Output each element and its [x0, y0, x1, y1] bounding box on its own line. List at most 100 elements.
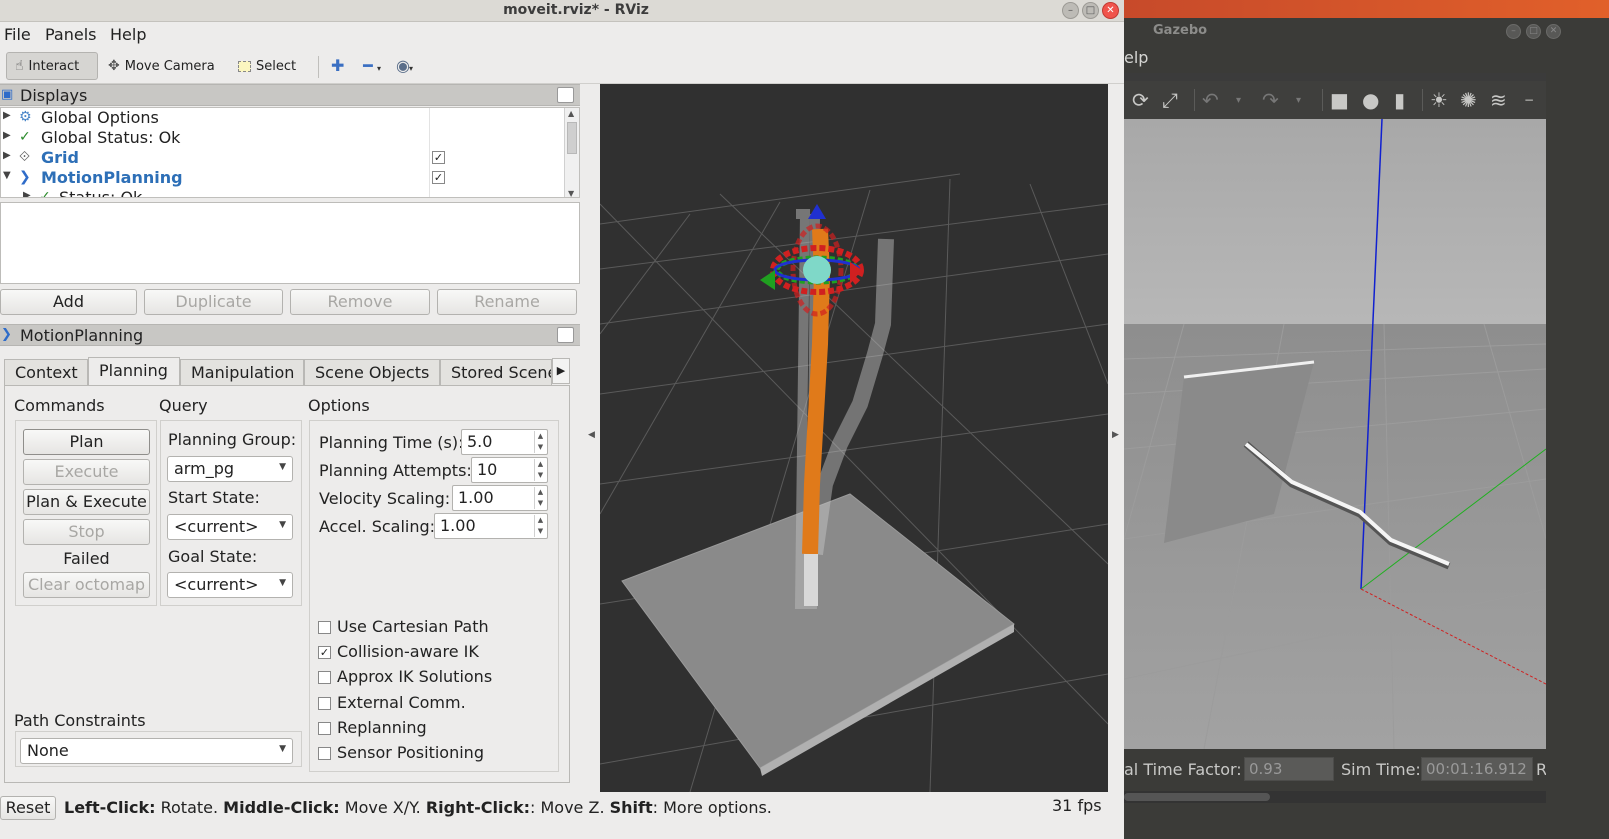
plan-button[interactable]: Plan [23, 429, 150, 455]
splitter-right-arrow-icon[interactable]: ▶ [1112, 430, 1119, 440]
cylinder-shape-icon[interactable]: ▮ [1394, 88, 1405, 112]
tab-scroll-right-icon[interactable]: ▶ [552, 358, 570, 384]
expand-arrow-icon[interactable]: ▶ [3, 110, 11, 121]
rviz-titlebar[interactable]: moveit.rviz* - RViz – □ ✕ [0, 0, 1152, 22]
velocity-scaling-spinbox[interactable]: 1.00 ▲ ▼ [452, 485, 548, 511]
remove-button[interactable]: Remove [290, 289, 430, 315]
tab-context[interactable]: Context [4, 359, 88, 385]
displays-scrollbar[interactable]: ▲ ▼ [564, 108, 579, 197]
close-button[interactable]: ✕ [1102, 2, 1119, 19]
move-camera-tool[interactable]: ✥ Move Camera [100, 52, 223, 80]
minus-dropdown-icon[interactable]: ▾ [377, 64, 381, 73]
stop-button[interactable]: Stop [23, 519, 150, 545]
display-description-box [0, 202, 580, 284]
more-tools-icon[interactable]: − [1524, 93, 1534, 107]
checkbox-label: Approx IK Solutions [337, 667, 493, 686]
panel-close-checkbox[interactable] [557, 327, 574, 343]
redo-dropdown-icon[interactable]: ▾ [1296, 95, 1301, 106]
gazebo-menu-help[interactable]: elp [1124, 48, 1148, 67]
splitter-left-arrow-icon[interactable]: ◀ [588, 430, 595, 440]
accel-scaling-spinbox[interactable]: 1.00 ▲ ▼ [434, 513, 548, 539]
gazebo-horizontal-scrollbar[interactable] [1124, 791, 1546, 803]
grid-enabled-checkbox[interactable]: ✓ [432, 151, 445, 164]
checkbox-box[interactable] [318, 621, 331, 634]
select-tool[interactable]: Select [230, 52, 304, 80]
sphere-shape-icon[interactable]: ● [1362, 88, 1379, 112]
spin-arrows-icon[interactable]: ▲ ▼ [534, 515, 546, 537]
undo-dropdown-icon[interactable]: ▾ [1236, 95, 1241, 106]
start-state-select[interactable]: <current> ▼ [167, 514, 293, 540]
planning-attempts-spinbox[interactable]: 10 ▲ ▼ [471, 457, 548, 483]
tree-row-global-status[interactable]: ▶ ✓ Global Status: Ok [1, 128, 566, 148]
tab-scene-objects[interactable]: Scene Objects [304, 359, 440, 385]
checkbox-box[interactable] [318, 722, 331, 735]
gazebo-maximize-button[interactable]: □ [1526, 24, 1541, 39]
redo-icon[interactable]: ↷ [1262, 88, 1279, 112]
checkbox-box[interactable]: ✓ [318, 646, 331, 659]
tab-manipulation[interactable]: Manipulation [180, 359, 304, 385]
collapse-arrow-icon[interactable]: ▼ [3, 170, 11, 181]
panel-close-checkbox[interactable] [557, 87, 574, 103]
rotate-icon[interactable]: ⟳ [1132, 88, 1149, 112]
expand-arrow-icon[interactable]: ▶ [3, 130, 11, 141]
eye-dropdown-icon[interactable]: ▾ [409, 64, 413, 73]
scroll-down-icon[interactable]: ▼ [568, 189, 574, 197]
tab-stored-scenes[interactable]: Stored Scenes [440, 359, 552, 385]
path-constraints-label: Path Constraints [14, 711, 146, 730]
scale-icon[interactable]: ⤢ [1162, 88, 1178, 112]
spin-arrows-icon[interactable]: ▲ ▼ [534, 431, 546, 453]
spot-light-icon[interactable]: ✺ [1460, 88, 1477, 112]
tab-planning[interactable]: Planning [88, 357, 180, 386]
tree-row-grid[interactable]: ▶ ⟐ Grid ✓ [1, 148, 566, 168]
clear-octomap-button[interactable]: Clear octomap [23, 572, 150, 598]
maximize-button[interactable]: □ [1082, 2, 1099, 19]
checkbox-box[interactable] [318, 747, 331, 760]
tree-row-status[interactable]: ▶ ✓ Status: Ok [1, 188, 566, 197]
tree-row-motion-planning[interactable]: ▼ ❯ MotionPlanning ✓ [1, 168, 566, 188]
marker-sphere[interactable] [803, 256, 831, 284]
minus-icon[interactable]: ━ [363, 56, 373, 75]
reset-button[interactable]: Reset [0, 796, 56, 820]
spin-arrows-icon[interactable]: ▲ ▼ [534, 487, 546, 509]
eye-icon[interactable]: ◉ [396, 56, 410, 75]
gazebo-right-panel[interactable] [1546, 73, 1609, 839]
motion-planning-enabled-checkbox[interactable]: ✓ [432, 171, 445, 184]
execute-button[interactable]: Execute [23, 459, 150, 485]
plan-and-execute-button[interactable]: Plan & Execute [23, 489, 150, 515]
rviz-3d-viewport[interactable] [600, 84, 1108, 792]
box-shape-icon[interactable]: ■ [1330, 88, 1349, 112]
gazebo-titlebar[interactable]: Gazebo – □ ✕ [1124, 18, 1609, 45]
undo-icon[interactable]: ↶ [1202, 88, 1219, 112]
expand-arrow-icon[interactable]: ▶ [3, 150, 11, 161]
planning-attempts-value: 10 [477, 460, 498, 479]
scroll-thumb[interactable] [567, 122, 577, 154]
menu-panels[interactable]: Panels [45, 25, 97, 44]
planning-group-select[interactable]: arm_pg ▼ [167, 456, 293, 482]
add-button[interactable]: Add [0, 289, 137, 315]
marker-arrow-left[interactable] [760, 270, 775, 290]
spin-arrows-icon[interactable]: ▲ ▼ [534, 459, 546, 481]
plus-icon[interactable]: ✚ [331, 56, 344, 75]
gazebo-3d-viewport[interactable] [1124, 119, 1546, 749]
tree-row-global-options[interactable]: ▶ ⚙ Global Options [1, 108, 566, 128]
menu-help[interactable]: Help [110, 25, 146, 44]
duplicate-button[interactable]: Duplicate [144, 289, 283, 315]
marker-arrow-up[interactable] [808, 204, 826, 219]
checkbox-box[interactable] [318, 697, 331, 710]
minimize-button[interactable]: – [1062, 2, 1079, 19]
scroll-up-icon[interactable]: ▲ [568, 109, 574, 118]
directional-light-icon[interactable]: ≋ [1490, 88, 1507, 112]
planning-time-spinbox[interactable]: 5.0 ▲ ▼ [461, 429, 548, 455]
path-constraints-select[interactable]: None ▼ [20, 738, 293, 764]
checkbox-box[interactable] [318, 671, 331, 684]
options-group-label: Options [308, 396, 370, 415]
gazebo-close-button[interactable]: ✕ [1546, 24, 1561, 39]
goal-state-select[interactable]: <current> ▼ [167, 572, 293, 598]
point-light-icon[interactable]: ☀ [1430, 88, 1448, 112]
expand-arrow-icon[interactable]: ▶ [23, 190, 31, 197]
rename-button[interactable]: Rename [437, 289, 577, 315]
interact-tool[interactable]: ☝ Interact [6, 52, 98, 80]
menu-file[interactable]: File [4, 25, 31, 44]
scroll-thumb[interactable] [1124, 793, 1270, 801]
gazebo-minimize-button[interactable]: – [1506, 24, 1521, 39]
